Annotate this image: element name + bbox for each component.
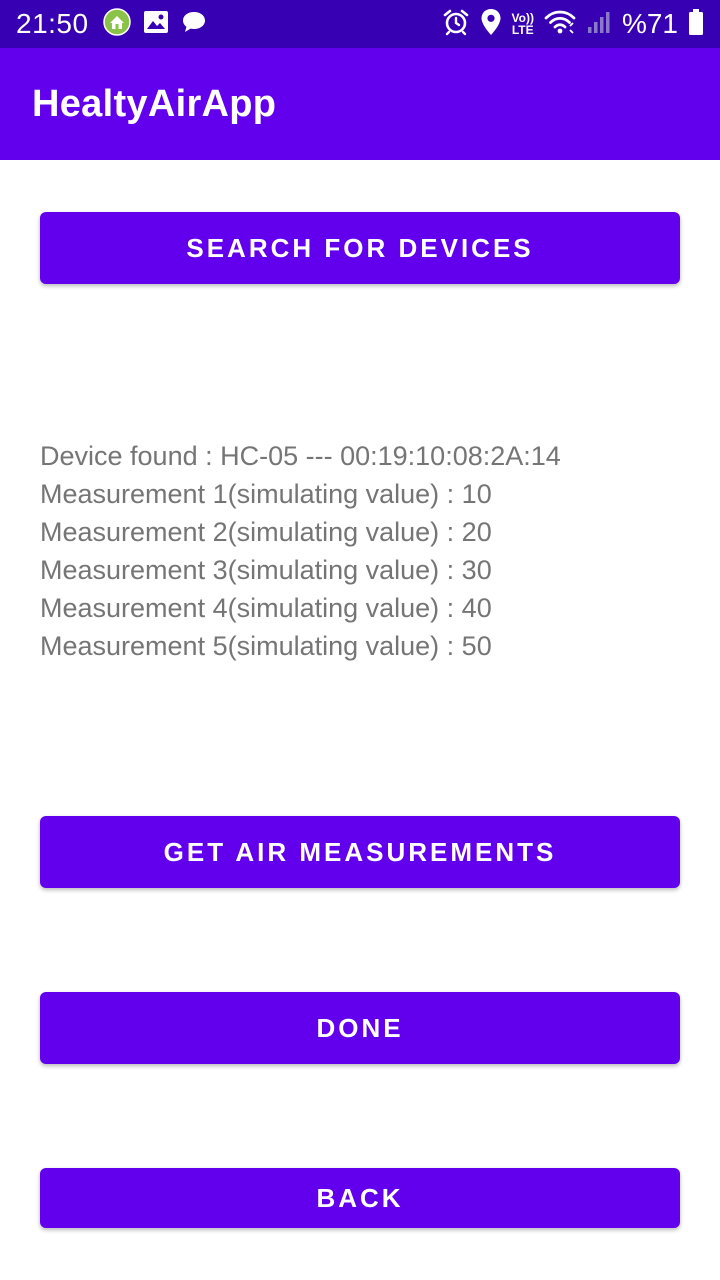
search-devices-button[interactable]: Search for devices	[40, 212, 680, 284]
signal-icon	[586, 9, 612, 40]
get-air-measurements-button[interactable]: Get air measurements	[40, 816, 680, 888]
done-button[interactable]: Done	[40, 992, 680, 1064]
wifi-icon	[544, 9, 576, 40]
measurement-3-text: Measurement 3(simulating value) : 30	[40, 555, 492, 585]
location-icon	[480, 8, 502, 41]
status-time: 21:50	[16, 8, 89, 39]
chat-bubble-icon	[181, 10, 207, 39]
alarm-icon	[442, 8, 470, 41]
measurement-4-text: Measurement 4(simulating value) : 40	[40, 593, 492, 623]
image-icon	[143, 10, 169, 39]
battery-icon	[688, 8, 704, 41]
status-right-icons: Vo)) LTE %71	[442, 8, 704, 41]
back-button[interactable]: Back	[40, 1168, 680, 1228]
measurement-5-text: Measurement 5(simulating value) : 50	[40, 631, 492, 661]
measurement-2-text: Measurement 2(simulating value) : 20	[40, 517, 492, 547]
status-bar: 21:50 Vo)) LTE %71	[0, 0, 720, 48]
device-found-text: Device found : HC-05 --- 00:19:10:08:2A:…	[40, 441, 561, 471]
app-bar: HealtyAirApp	[0, 48, 720, 160]
app-title: HealtyAirApp	[32, 82, 277, 125]
battery-percent: %71	[621, 8, 678, 39]
volte-icon: Vo)) LTE	[512, 12, 534, 36]
measurement-results: Device found : HC-05 --- 00:19:10:08:2A:…	[40, 437, 680, 665]
home-app-icon	[102, 7, 131, 41]
measurement-1-text: Measurement 1(simulating value) : 10	[40, 479, 492, 509]
status-left-icons	[102, 7, 207, 41]
volte-bottom-label: LTE	[511, 23, 534, 37]
